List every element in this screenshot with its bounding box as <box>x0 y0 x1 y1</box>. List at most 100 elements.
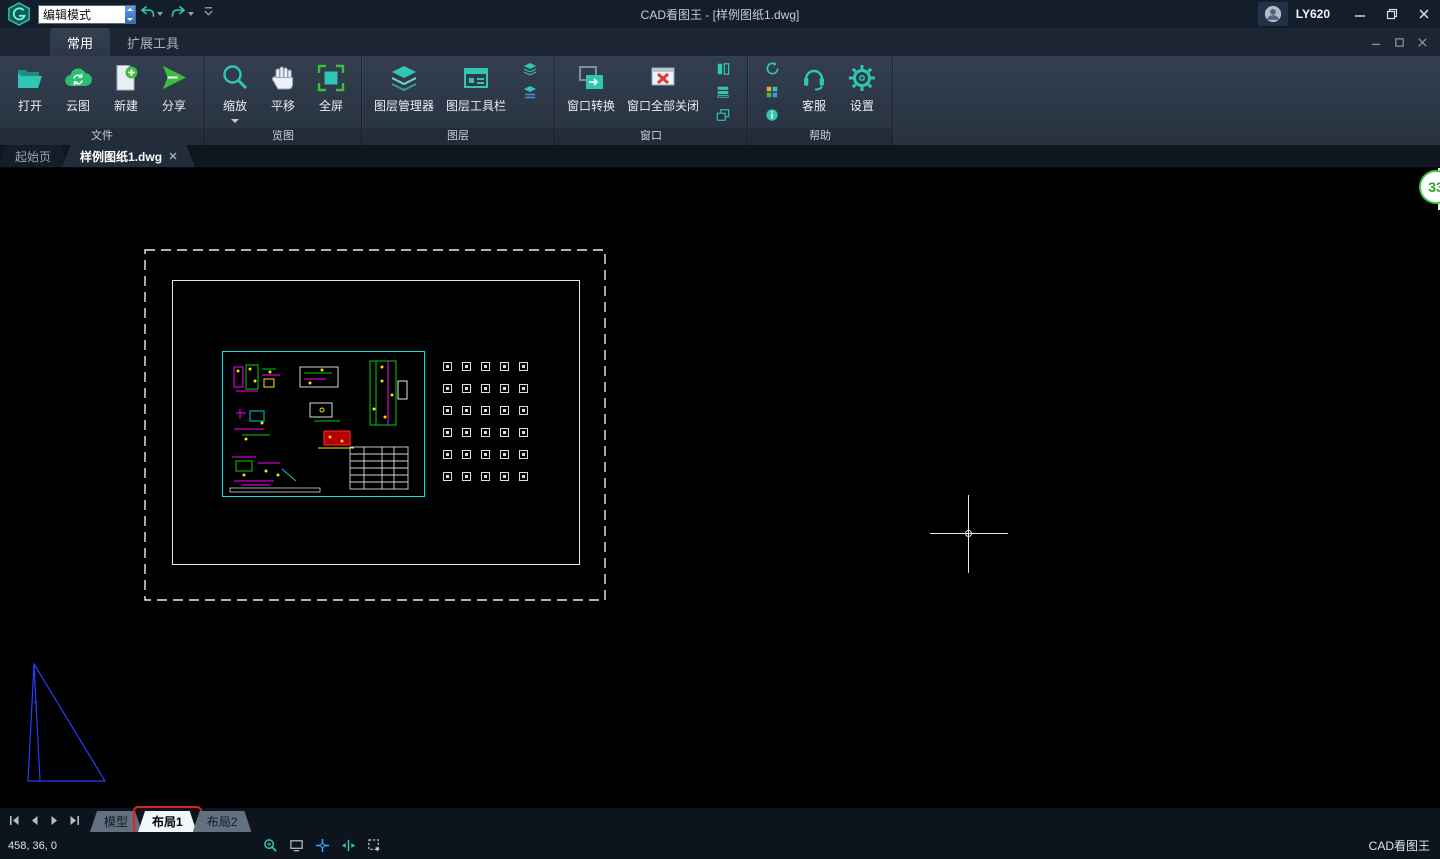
share-button[interactable]: 分享 <box>151 59 197 125</box>
notification-badge-count: 33 <box>1428 179 1440 195</box>
next-layout-button[interactable] <box>48 814 60 826</box>
document-tab-bar: 起始页 样例图纸1.dwg <box>0 145 1440 168</box>
symbol-cell <box>462 472 471 481</box>
symbol-cell <box>481 450 490 459</box>
zoom-magnifier-icon <box>220 63 250 93</box>
pan-hand-icon <box>268 63 298 93</box>
app-logo-icon[interactable] <box>6 1 32 27</box>
symbol-cell <box>481 406 490 415</box>
cloud-drawing-button[interactable]: 云图 <box>55 59 101 125</box>
share-icon <box>159 63 189 93</box>
maximize-button[interactable] <box>1376 0 1408 28</box>
previous-layout-button[interactable] <box>28 814 40 826</box>
new-button[interactable]: 新建 <box>103 59 149 125</box>
open-button-label: 打开 <box>18 97 42 114</box>
redo-button[interactable] <box>167 3 198 25</box>
layout-viewport[interactable] <box>222 351 425 497</box>
symbol-cell <box>519 428 528 437</box>
symbol-cell <box>462 406 471 415</box>
layer-list-icon <box>522 84 538 105</box>
about-button[interactable] <box>759 107 785 127</box>
titlebar-right: LY620 <box>1258 0 1440 28</box>
status-bar: 458, 36, 0 CAD看图王 <box>0 832 1440 859</box>
ribbon: 打开 云图 新建 分享 文件 <box>0 56 1440 145</box>
customize-quick-access-button[interactable] <box>198 3 219 25</box>
status-scale-icon[interactable] <box>288 838 304 854</box>
pan-button[interactable]: 平移 <box>260 59 306 125</box>
doc-minimize-button[interactable] <box>1371 37 1382 48</box>
layer-visibility-button[interactable] <box>517 61 543 81</box>
edit-mode-select[interactable]: 编辑模式 <box>38 5 136 24</box>
cascade-windows-button[interactable] <box>710 107 736 127</box>
symbol-cell <box>462 362 471 371</box>
status-toolbar <box>262 832 382 859</box>
layout-nav <box>8 814 80 826</box>
open-button[interactable]: 打开 <box>7 59 53 125</box>
ribbon-group-view-label: 览图 <box>205 128 361 145</box>
status-app-label: CAD看图王 <box>1369 837 1440 854</box>
user-avatar-icon[interactable] <box>1258 2 1288 26</box>
tab-extended-tools[interactable]: 扩展工具 <box>110 28 196 56</box>
notification-badge[interactable]: 33 <box>1419 170 1440 204</box>
symbol-cell <box>481 428 490 437</box>
symbol-cell <box>443 362 452 371</box>
titlebar: 编辑模式 CAD看图王 - [样例图纸1.dwg] LY620 <box>0 0 1440 28</box>
tab-common[interactable]: 常用 <box>50 28 110 56</box>
customer-service-button[interactable]: 客服 <box>791 59 837 125</box>
symbol-cell <box>481 362 490 371</box>
zoom-dropdown-icon[interactable] <box>231 119 239 123</box>
symbol-grid <box>443 362 528 481</box>
layer-visibility-icon <box>522 61 538 82</box>
tab-layout1[interactable]: 布局1 <box>138 811 197 832</box>
minimize-button[interactable] <box>1344 0 1376 28</box>
redo-dropdown-icon[interactable] <box>188 12 194 16</box>
layer-toolbar-button[interactable]: 图层工具栏 <box>441 59 511 125</box>
app-window: 编辑模式 CAD看图王 - [样例图纸1.dwg] LY620 常用 扩展工具 <box>0 0 1440 859</box>
tile-vertical-button[interactable] <box>710 61 736 81</box>
check-update-button[interactable] <box>759 61 785 81</box>
layer-list-button[interactable] <box>517 84 543 104</box>
window-switch-button[interactable]: 窗口转换 <box>562 59 620 125</box>
undo-dropdown-icon[interactable] <box>157 12 163 16</box>
tile-horizontal-button[interactable] <box>710 84 736 104</box>
tab-model[interactable]: 模型 <box>90 811 142 832</box>
undo-button[interactable] <box>136 3 167 25</box>
check-update-icon <box>765 61 780 81</box>
doc-restore-button[interactable] <box>1394 37 1405 48</box>
new-document-icon <box>111 63 141 93</box>
pan-button-label: 平移 <box>271 97 295 114</box>
ribbon-tab-bar: 常用 扩展工具 <box>0 28 1440 56</box>
tab-close-icon[interactable] <box>169 149 177 163</box>
status-crosshair-icon[interactable] <box>314 838 330 854</box>
customer-service-button-label: 客服 <box>802 97 826 114</box>
settings-button[interactable]: 设置 <box>839 59 885 125</box>
status-split-icon[interactable] <box>340 838 356 854</box>
drawing-canvas[interactable]: 33 <box>0 168 1440 808</box>
symbol-cell <box>500 428 509 437</box>
close-all-windows-button[interactable]: 窗口全部关闭 <box>622 59 704 125</box>
tab-layout2[interactable]: 布局2 <box>193 811 252 832</box>
more-apps-button[interactable] <box>759 84 785 104</box>
edit-mode-value: 编辑模式 <box>39 6 125 23</box>
symbol-cell <box>519 384 528 393</box>
gear-icon <box>847 63 877 93</box>
status-zoom-icon[interactable] <box>262 838 278 854</box>
blue-triangle-drawing <box>26 662 108 784</box>
symbol-cell <box>500 406 509 415</box>
username: LY620 <box>1296 7 1330 21</box>
zoom-button[interactable]: 缩放 <box>212 59 258 125</box>
first-layout-button[interactable] <box>8 814 20 826</box>
last-layout-button[interactable] <box>68 814 80 826</box>
tab-start-page[interactable]: 起始页 <box>0 145 69 167</box>
doc-close-button[interactable] <box>1417 37 1428 48</box>
close-button[interactable] <box>1408 0 1440 28</box>
cad-drawing <box>222 351 425 497</box>
tab-drawing-file[interactable]: 样例图纸1.dwg <box>62 145 195 167</box>
fullscreen-button[interactable]: 全屏 <box>308 59 354 125</box>
layer-manager-button[interactable]: 图层管理器 <box>369 59 439 125</box>
status-selection-icon[interactable] <box>366 838 382 854</box>
symbol-cell <box>500 362 509 371</box>
headset-icon <box>799 63 829 93</box>
edit-mode-scrollbar[interactable] <box>125 6 135 23</box>
symbol-cell <box>462 450 471 459</box>
